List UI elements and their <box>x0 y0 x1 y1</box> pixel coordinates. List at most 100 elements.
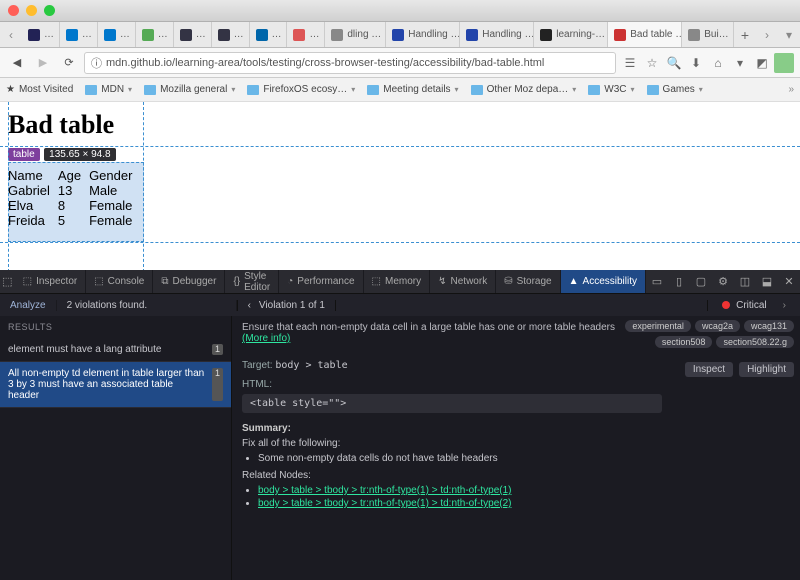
violation-description: Ensure that each non-empty data cell in … <box>242 322 615 333</box>
rule-text: All non-empty td element in table larger… <box>8 368 206 401</box>
tab-label: Debugger <box>173 276 217 287</box>
devtools-tab-memory[interactable]: ⬚ Memory <box>364 270 431 293</box>
bookmarks-overflow[interactable]: » <box>788 84 794 95</box>
devtools-tab-storage[interactable]: ⛁Storage <box>496 270 560 293</box>
bookmark-item[interactable]: Other Moz depa…▾ <box>471 84 577 95</box>
dock-bottom-icon[interactable]: ⬓ <box>756 270 778 293</box>
results-sidebar: RESULTS element must have a lang attribu… <box>0 316 232 580</box>
tab-icon: ↯ <box>438 276 446 287</box>
close-devtools-icon[interactable]: ✕ <box>778 270 800 293</box>
tab-label: … <box>196 29 206 40</box>
bookmarks-toolbar: ★Most Visited MDN▾ Mozilla general▾ Firefox… <box>0 78 800 102</box>
related-node-link[interactable]: body > table > tbody > tr:nth-of-type(1)… <box>258 485 511 496</box>
violation-rule[interactable]: element must have a lang attribute1 <box>0 338 231 362</box>
browser-tab[interactable]: Bad table … <box>608 22 682 47</box>
table-cell: Female <box>89 198 140 213</box>
bookmark-item[interactable]: Games▾ <box>647 84 703 95</box>
browser-tab[interactable]: … <box>136 22 174 47</box>
address-bar[interactable]: ⓘ mdn.github.io/learning-area/tools/test… <box>84 52 616 74</box>
nav-back-button[interactable]: ◀ <box>6 52 28 74</box>
violation-prev[interactable]: ‹ <box>248 300 251 311</box>
rule-tag: section508 <box>655 336 713 348</box>
search-icon[interactable]: 🔍 <box>664 53 684 73</box>
browser-tab[interactable]: learning-… <box>534 22 608 47</box>
download-icon[interactable]: ⬇ <box>686 53 706 73</box>
bookmark-label: Meeting details <box>383 84 450 95</box>
browser-tab[interactable]: … <box>250 22 288 47</box>
bookmark-item[interactable]: Mozilla general▾ <box>144 84 235 95</box>
devtools-tab-network[interactable]: ↯ Network <box>430 270 496 293</box>
tab-icon: ⬚ <box>372 276 381 287</box>
browser-tab[interactable]: … <box>212 22 250 47</box>
highlight-button[interactable]: Highlight <box>739 362 794 377</box>
table-header-cell: Name <box>8 168 58 183</box>
inspect-button[interactable]: Inspect <box>685 362 733 377</box>
tab-scroll-right[interactable]: › <box>756 22 778 47</box>
nav-forward-button[interactable]: ▶ <box>32 52 54 74</box>
new-tab-button[interactable]: + <box>734 22 756 47</box>
tab-icon: ⬚ <box>94 276 103 287</box>
tab-label: Console <box>108 276 145 287</box>
zoom-window-button[interactable] <box>44 5 55 16</box>
related-node-item: body > table > tbody > tr:nth-of-type(1)… <box>258 498 790 509</box>
pick-element-icon[interactable]: ⬚ <box>0 270 15 293</box>
hamburger-menu-icon[interactable] <box>774 53 794 73</box>
device-phone-icon[interactable]: ▯ <box>668 270 690 293</box>
screenshot-icon[interactable]: ◩ <box>752 53 772 73</box>
more-info-link[interactable]: (More info) <box>242 333 290 344</box>
browser-tab[interactable]: … <box>287 22 325 47</box>
bookmark-label: Mozilla general <box>160 84 227 95</box>
element-tag-badge: table <box>8 148 40 161</box>
folder-icon <box>588 85 600 95</box>
responsive-design-icon[interactable]: ▭ <box>646 270 668 293</box>
tab-label: Memory <box>385 276 421 287</box>
bookmark-label: Other Moz depa… <box>487 84 569 95</box>
bookmark-item[interactable]: MDN▾ <box>85 84 132 95</box>
devtools-tab-style-editor[interactable]: {}Style Editor <box>225 270 279 293</box>
rule-tag: wcag2a <box>695 320 740 332</box>
reader-mode-icon[interactable]: ☰ <box>620 53 640 73</box>
settings-gear-icon[interactable]: ⚙ <box>712 270 734 293</box>
browser-tab[interactable]: Handling … <box>460 22 534 47</box>
reload-button[interactable]: ⟳ <box>58 52 80 74</box>
device-tablet-icon[interactable]: ▢ <box>690 270 712 293</box>
tab-label: Network <box>451 276 488 287</box>
browser-tab[interactable]: … <box>98 22 136 47</box>
html-snippet: <table style=""> <box>242 394 662 413</box>
devtools-tabstrip: ⬚ ⬚Inspector⬚Console⧉Debugger{}Style Edi… <box>0 270 800 294</box>
bookmark-item[interactable]: Meeting details▾ <box>367 84 458 95</box>
browser-tab[interactable]: Handling … <box>386 22 460 47</box>
analyze-button[interactable]: Analyze <box>0 300 57 311</box>
site-info-icon[interactable]: ⓘ <box>91 55 102 71</box>
pocket-icon[interactable]: ▾ <box>730 53 750 73</box>
minimize-window-button[interactable] <box>26 5 37 16</box>
dock-side-icon[interactable]: ◫ <box>734 270 756 293</box>
tab-scroll-left[interactable]: ‹ <box>0 22 22 47</box>
bookmark-label: FirefoxOS ecosy… <box>263 84 347 95</box>
browser-tab[interactable]: … <box>60 22 98 47</box>
browser-tab[interactable]: Bui… <box>682 22 734 47</box>
devtools-tab-inspector[interactable]: ⬚Inspector <box>15 270 87 293</box>
devtools-tab-accessibility[interactable]: ▲Accessibility <box>561 270 646 293</box>
violation-rule[interactable]: All non-empty td element in table larger… <box>0 362 231 408</box>
bookmark-star-icon[interactable]: ☆ <box>642 53 662 73</box>
violation-next[interactable]: › <box>783 300 786 311</box>
related-node-link[interactable]: body > table > tbody > tr:nth-of-type(1)… <box>258 498 511 509</box>
tab-list-dropdown[interactable]: ▾ <box>778 22 800 47</box>
devtools-tab-console[interactable]: ⬚ Console <box>86 270 153 293</box>
violation-position: Violation 1 of 1 <box>259 300 325 311</box>
browser-tab[interactable]: … <box>22 22 60 47</box>
bookmark-item[interactable]: W3C▾ <box>588 84 634 95</box>
fix-label: Fix all of the following: <box>242 438 790 449</box>
target-label: Target: <box>242 360 273 371</box>
devtools-tab-performance[interactable]: ◔Performance <box>279 270 363 293</box>
bookmark-item[interactable]: ★Most Visited <box>6 84 73 95</box>
tab-label: Handling … <box>482 29 534 40</box>
close-window-button[interactable] <box>8 5 19 16</box>
devtools-tab-debugger[interactable]: ⧉Debugger <box>153 270 225 293</box>
home-icon[interactable]: ⌂ <box>708 53 728 73</box>
rule-tag: experimental <box>625 320 691 332</box>
browser-tab[interactable]: dling … <box>325 22 386 47</box>
bookmark-item[interactable]: FirefoxOS ecosy…▾ <box>247 84 355 95</box>
browser-tab[interactable]: … <box>174 22 212 47</box>
